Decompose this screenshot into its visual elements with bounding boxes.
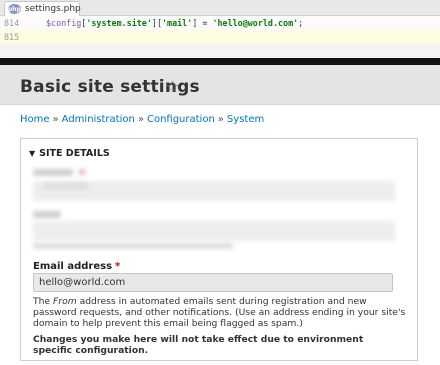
site-details-summary[interactable]: ▼ SITE DETAILS [29, 148, 110, 159]
redacted-label [33, 169, 73, 176]
page-header: Basic site settings ☆ [0, 65, 440, 105]
breadcrumb-home[interactable]: Home [20, 114, 50, 125]
line-number: 815 [4, 32, 20, 42]
code-key-1: 'system.site' [86, 18, 152, 28]
required-marker: * [115, 261, 121, 272]
site-details-fieldset: ▼ SITE DETAILS Email address* The From a… [20, 138, 418, 361]
help-text: address in automated emails sent during … [33, 296, 406, 329]
triangle-down-icon: ▼ [29, 149, 36, 158]
email-description: The From address in automated emails sen… [33, 296, 413, 329]
redacted-description [33, 243, 233, 249]
help-from-emphasis: From [53, 296, 77, 307]
code-line-current[interactable]: 815 [0, 30, 440, 44]
redacted-label [33, 211, 61, 218]
image-separator [0, 58, 440, 65]
breadcrumb-system[interactable]: System [227, 114, 264, 125]
email-field[interactable] [33, 273, 393, 292]
redacted-input [33, 181, 395, 201]
php-file-icon: php [8, 4, 21, 14]
code-editor: php settings.php 814 $config['system.sit… [0, 0, 440, 60]
code-value: 'hello@world.com' [212, 18, 299, 28]
breadcrumb-administration[interactable]: Administration [62, 114, 135, 125]
code-line[interactable]: 814 $config['system.site']['mail'] = 'he… [0, 16, 440, 30]
line-number: 814 [4, 18, 20, 28]
breadcrumb: Home» Administration» Configuration» System [20, 114, 265, 125]
star-icon[interactable]: ☆ [165, 77, 179, 96]
editor-tab-bar: php settings.php [0, 0, 440, 16]
file-tab-label: settings.php [24, 4, 81, 14]
breadcrumb-configuration[interactable]: Configuration [147, 114, 215, 125]
email-label: Email address * [33, 261, 120, 272]
redacted-required-mark [79, 169, 85, 175]
site-details-title: SITE DETAILS [39, 148, 110, 159]
email-label-text: Email address [33, 261, 113, 272]
code-key-2: 'mail' [162, 18, 193, 28]
redacted-input [33, 221, 395, 241]
file-tab[interactable]: php settings.php [4, 1, 81, 16]
code-text: $config['system.site']['mail'] = 'hello@… [46, 18, 304, 28]
help-text: The [33, 296, 54, 307]
environment-warning: Changes you make here will not take effe… [33, 334, 364, 356]
code-variable: $config [46, 18, 82, 28]
